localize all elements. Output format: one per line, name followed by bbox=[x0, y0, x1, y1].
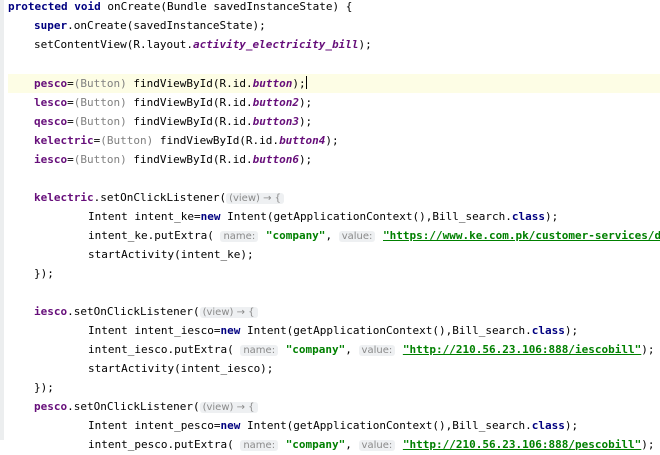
code-line-putextra-pesco: intent_pesco.putExtra( name: "company", … bbox=[88, 438, 655, 451]
code-line-iesco-listener: iesco.setOnClickListener((view) → { bbox=[8, 302, 660, 321]
code-line-startactivity-iesco: startActivity(intent_iesco); bbox=[88, 362, 274, 375]
code-line-lesco: lesco=(Button) findViewById(R.id.button2… bbox=[34, 96, 313, 109]
code-line-startactivity-ke: startActivity(intent_ke); bbox=[88, 248, 254, 261]
code-line-pesco-listener: pesco.setOnClickListener((view) → { bbox=[8, 397, 660, 416]
editor-gutter bbox=[0, 0, 4, 440]
code-line-kelectric: kelectric=(Button) findViewById(R.id.but… bbox=[34, 134, 339, 147]
code-line-putextra-iesco: intent_iesco.putExtra( name: "company", … bbox=[88, 343, 655, 356]
lambda-folding-hint[interactable]: (view) → { bbox=[199, 402, 258, 413]
code-line-close-ke: }); bbox=[34, 267, 54, 280]
parameter-name-hint: name: bbox=[240, 345, 279, 356]
text-caret bbox=[305, 76, 307, 89]
parameter-name-hint: name: bbox=[220, 231, 259, 242]
parameter-value-hint: value: bbox=[338, 231, 376, 242]
parameter-name-hint: name: bbox=[240, 440, 279, 451]
code-line-pesco: pesco=(Button) findViewById(R.id.button)… bbox=[8, 74, 660, 93]
parameter-value-hint: value: bbox=[358, 440, 396, 451]
parameter-value-hint: value: bbox=[358, 345, 396, 356]
url-link[interactable]: "https://www.ke.com.pk/customer-services… bbox=[383, 229, 660, 242]
code-line-intent-pesco: Intent intent_pesco=new Intent(getApplic… bbox=[88, 419, 579, 432]
url-link[interactable]: "http://210.56.23.106:888/iescobill" bbox=[403, 343, 641, 356]
lambda-folding-hint[interactable]: (view) → { bbox=[199, 307, 258, 318]
code-line-kelectric-listener: kelectric.setOnClickListener((view) → { bbox=[8, 188, 660, 207]
code-line-intent-ke: Intent intent_ke=new Intent(getApplicati… bbox=[88, 210, 559, 223]
code-line-oncreate: protected void onCreate(Bundle savedInst… bbox=[8, 0, 353, 13]
code-line-close-iesco: }); bbox=[34, 381, 54, 394]
code-line-intent-iesco: Intent intent_iesco=new Intent(getApplic… bbox=[88, 324, 579, 337]
code-line-super: super.onCreate(savedInstanceState); bbox=[34, 19, 266, 32]
code-editor[interactable]: protected void onCreate(Bundle savedInst… bbox=[8, 0, 660, 451]
code-line-iesco: iesco=(Button) findViewById(R.id.button6… bbox=[34, 153, 313, 166]
code-line-putextra-ke: intent_ke.putExtra( name: "company", val… bbox=[8, 226, 660, 245]
code-line-setcontentview: setContentView(R.layout.activity_electri… bbox=[34, 38, 372, 51]
lambda-folding-hint[interactable]: (view) → { bbox=[226, 193, 284, 204]
code-line-qesco: qesco=(Button) findViewById(R.id.button3… bbox=[34, 115, 313, 128]
